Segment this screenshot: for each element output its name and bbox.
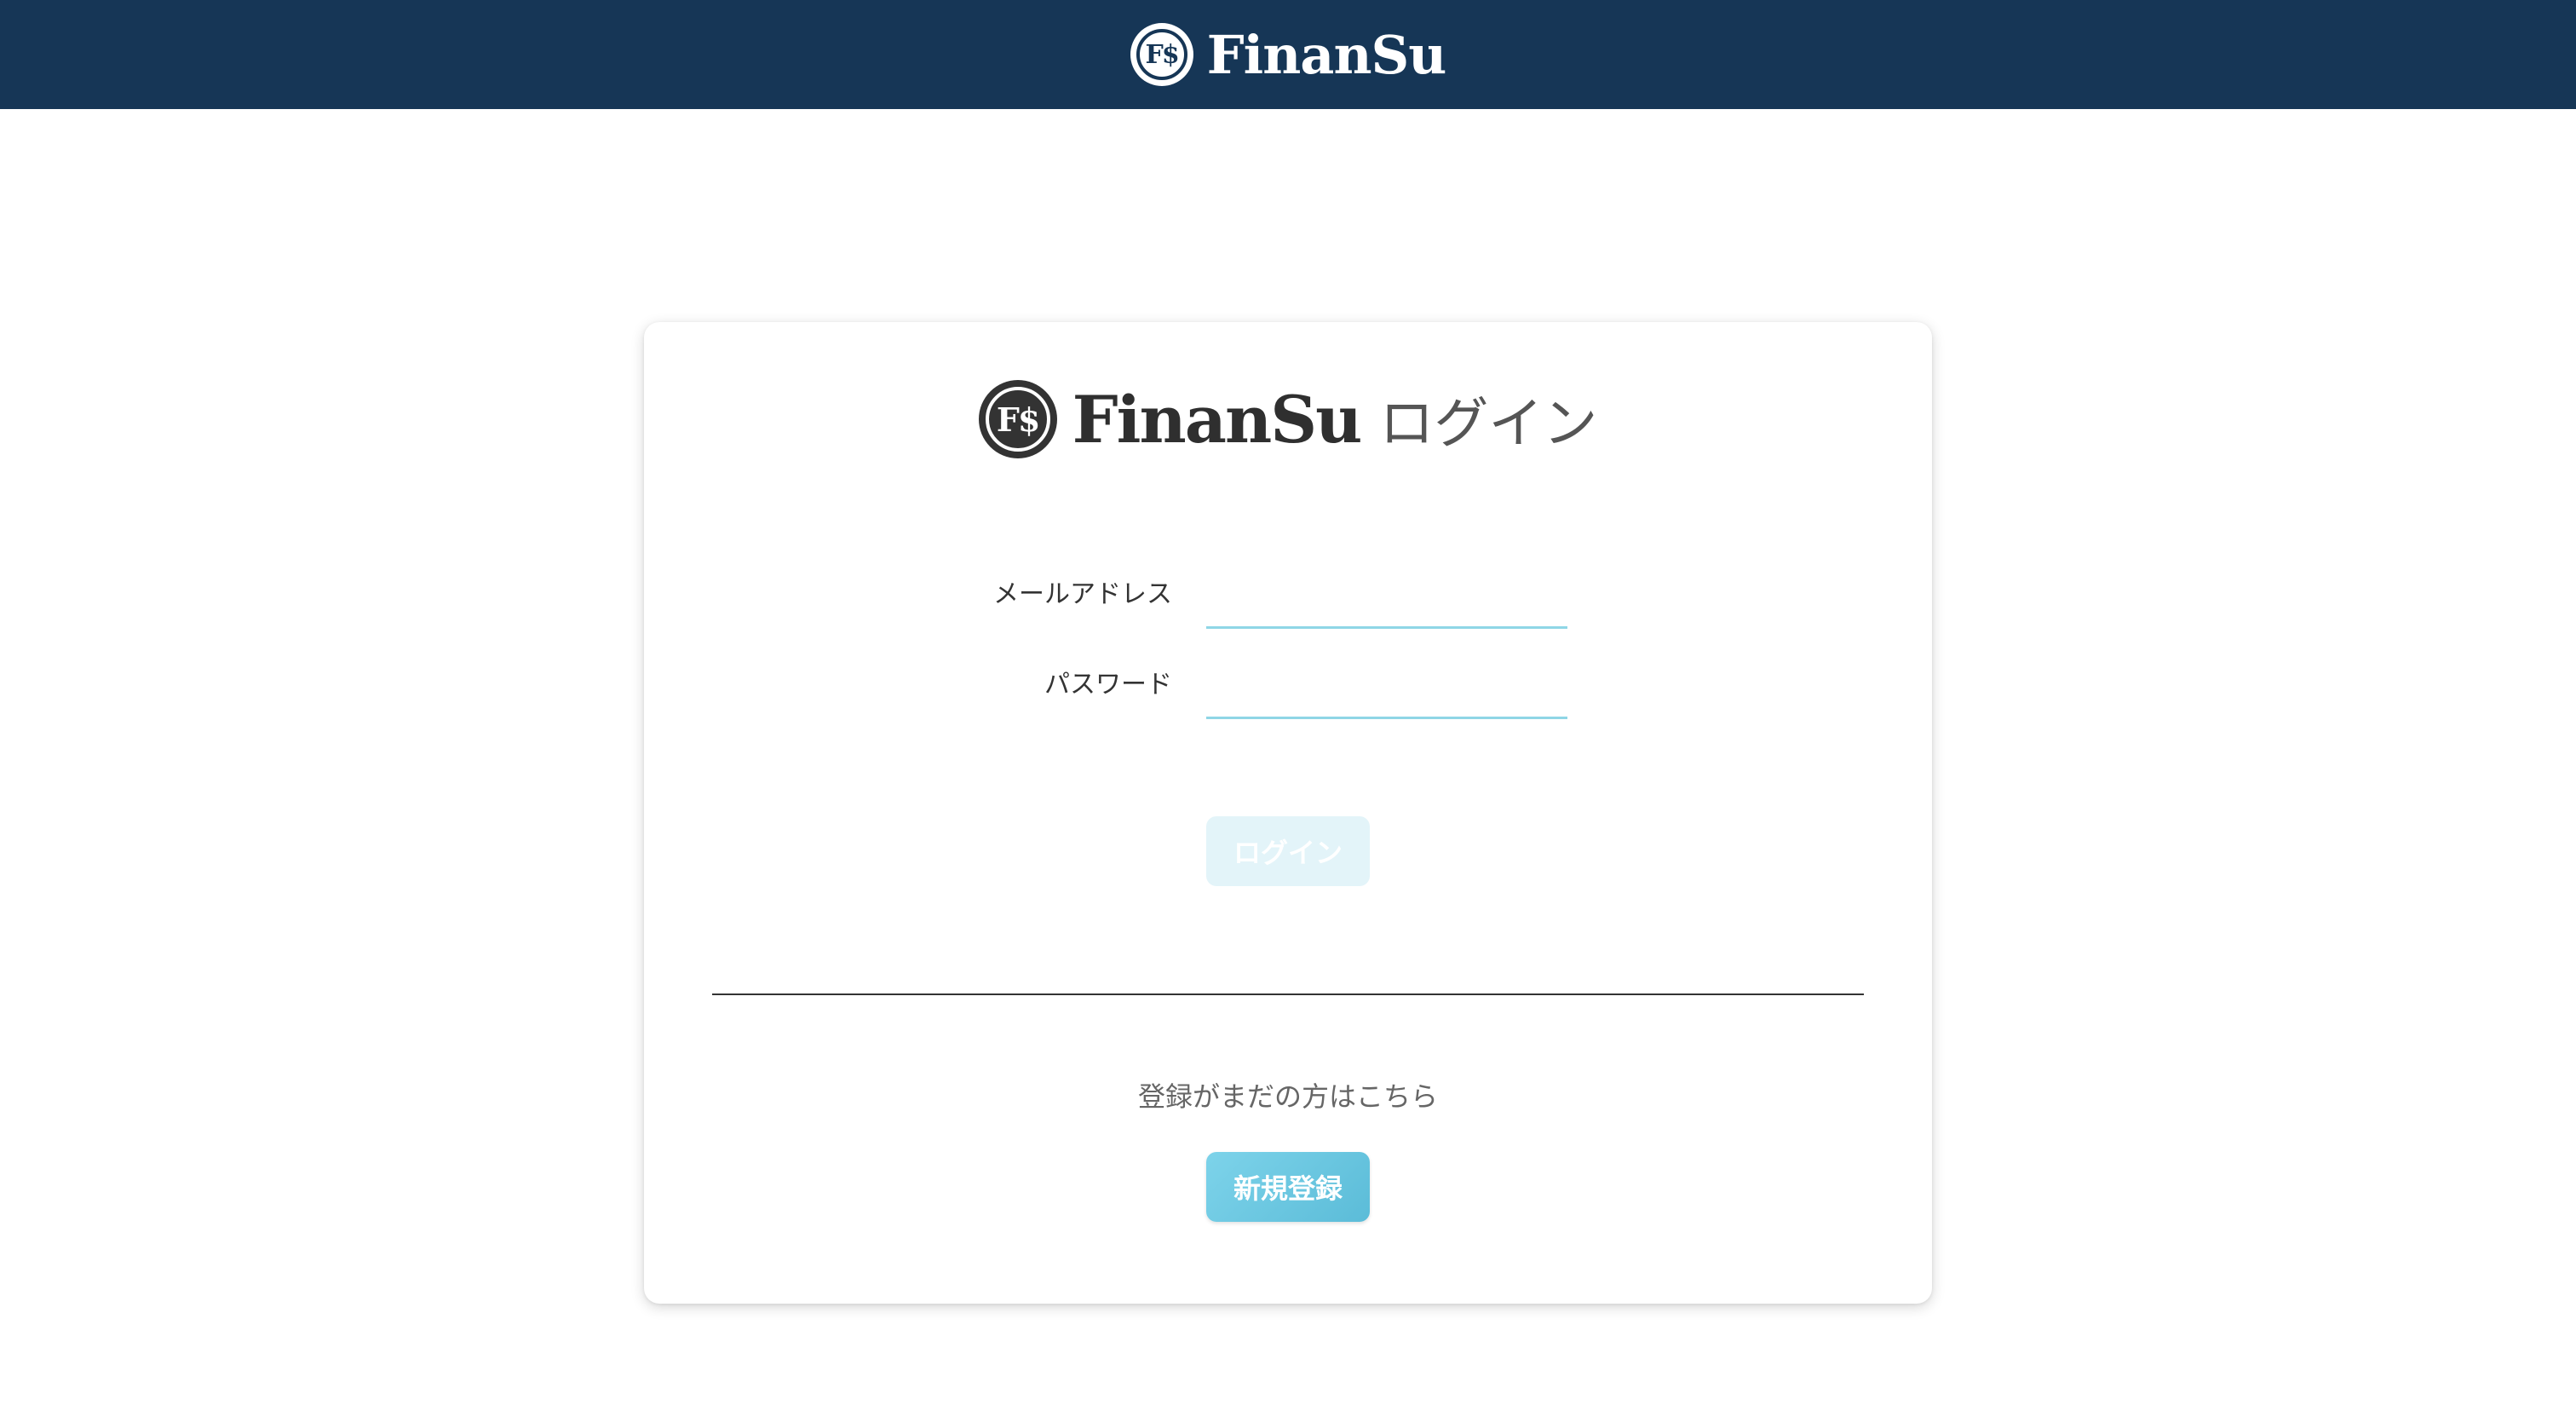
password-field[interactable] [1206, 661, 1567, 719]
header-brand-name: FinanSu [1206, 23, 1447, 86]
divider [712, 993, 1864, 995]
finansu-logo-icon: F$ [978, 380, 1057, 458]
title-brand-name: FinanSu [1072, 381, 1363, 458]
finansu-logo-icon: F$ [1130, 23, 1193, 86]
title-login-text: ログイン [1379, 393, 1598, 456]
header-brand[interactable]: F$ FinanSu [1130, 0, 1446, 109]
password-row: パスワード [644, 661, 1932, 721]
login-button[interactable]: ログイン [1206, 816, 1370, 886]
top-header: F$ FinanSu [0, 0, 2576, 109]
register-prompt: 登録がまだの方はこちら [1137, 1080, 1438, 1113]
email-field[interactable] [1206, 571, 1567, 629]
login-card: F$ FinanSu ログイン メールアドレス パスワード ログイン 登録がまだ… [644, 322, 1932, 1304]
password-label: パスワード [1044, 670, 1172, 700]
logo-mark: F$ [1136, 29, 1187, 80]
card-title: F$ FinanSu ログイン [644, 380, 1932, 458]
logo-mark: F$ [985, 387, 1050, 452]
register-button[interactable]: 新規登録 [1206, 1152, 1370, 1222]
email-label: メールアドレス [993, 579, 1172, 609]
email-row: メールアドレス [644, 571, 1932, 631]
